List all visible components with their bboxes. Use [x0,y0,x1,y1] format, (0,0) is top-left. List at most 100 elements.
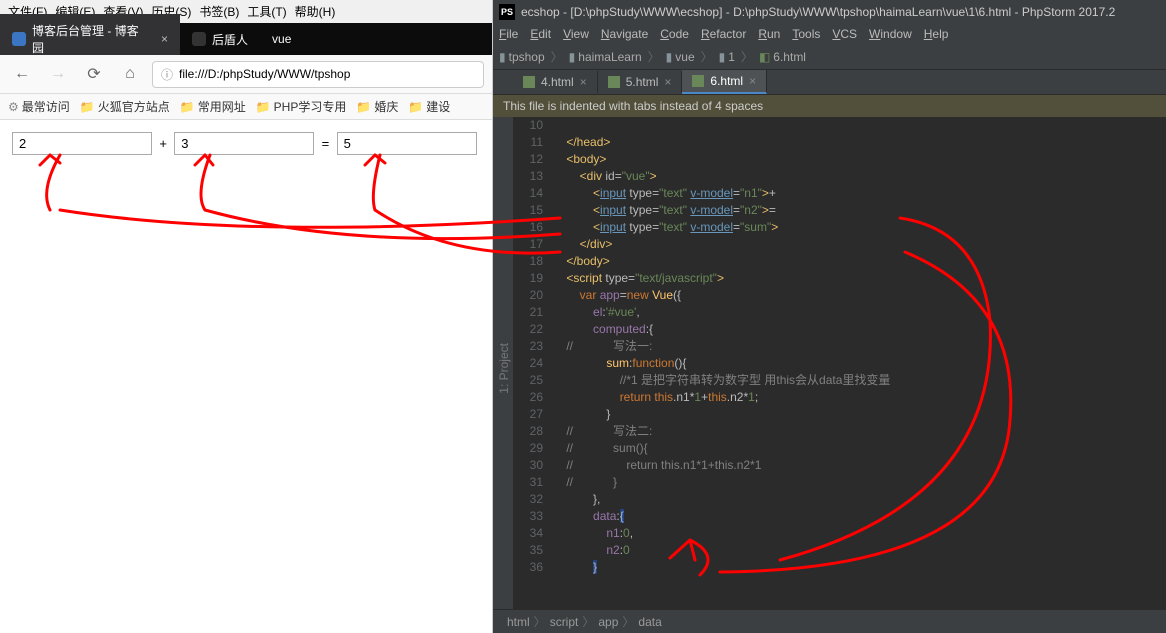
file-tab[interactable]: 5.html × [598,71,683,93]
file-tab[interactable]: 6.html × [682,70,767,94]
folder-icon: 📁 [80,100,95,114]
code-line: 31 // } [513,474,1166,491]
code-text: n1:0, [553,525,1166,542]
chevron-right-icon: 〉 [701,48,713,65]
bookmark-item[interactable]: ⚙ 最常访问 [8,98,70,115]
line-number: 24 [513,355,553,372]
ide-menu-item[interactable]: View [563,27,589,41]
code-text: n2:0 [553,542,1166,559]
struct-crumb[interactable]: app [598,615,618,629]
ide-body: 1: Project2: Structure2: Favorites 10 11… [493,117,1166,609]
chevron-right-icon: 〉 [582,615,594,629]
file-tab[interactable]: 4.html × [513,71,598,93]
ide-menu-item[interactable]: Code [660,27,689,41]
crumb-item[interactable]: ▮1 [719,50,735,64]
code-line: 29 // sum(){ [513,440,1166,457]
ide-menu-item[interactable]: Edit [530,27,551,41]
code-line: 16 <input type="text" v-model="sum"> [513,219,1166,236]
code-text: </body> [553,253,1166,270]
line-number: 19 [513,270,553,287]
crumb-item[interactable]: ◧6.html [759,50,806,64]
bookmark-item[interactable]: 📁 PHP学习专用 [256,98,347,115]
indent-warning-banner[interactable]: This file is indented with tabs instead … [493,95,1166,117]
plus-label: + [159,136,167,151]
input-n1[interactable] [12,132,152,155]
ide-menu-item[interactable]: Window [869,27,912,41]
bookmark-label: 建设 [426,98,450,115]
back-icon[interactable]: ← [8,60,36,88]
phpstorm-logo-icon: PS [499,4,515,20]
line-number: 11 [513,134,553,151]
ide-menu-item[interactable]: Run [758,27,780,41]
code-line: 14 <input type="text" v-model="n1">+ [513,185,1166,202]
url-bar[interactable]: ⓘ file:///D:/phpStudy/WWW/tpshop [152,61,484,88]
home-icon[interactable]: ⌂ [116,60,144,88]
code-text: // return this.n1*1+this.n2*1 [553,457,1166,474]
file-tab-name: 4.html [541,75,574,89]
line-number: 10 [513,117,553,134]
ide-menu-item[interactable]: VCS [832,27,857,41]
bookmark-label: 婚庆 [374,98,398,115]
tab-title: 后盾人 [212,31,248,48]
tool-window-tab[interactable]: 1: Project [495,337,513,400]
ide-menu-item[interactable]: Tools [792,27,820,41]
line-number: 33 [513,508,553,525]
folder-icon: ▮ [719,50,726,64]
firefox-menu-item[interactable]: 书签(B) [197,3,241,20]
firefox-menu-item[interactable]: 帮助(H) [293,3,338,20]
code-text: data:{ [553,508,1166,525]
close-icon[interactable]: × [749,74,756,88]
url-text: file:///D:/phpStudy/WWW/tpshop [179,67,350,81]
input-n2[interactable] [174,132,314,155]
bookmark-item[interactable]: 📁 常用网址 [180,98,246,115]
code-line: 15 <input type="text" v-model="n2">= [513,202,1166,219]
chevron-right-icon: 〉 [622,615,634,629]
info-icon: ⓘ [161,66,173,83]
file-icon: ◧ [759,50,770,64]
code-line: 10 [513,117,1166,134]
ide-tool-gutter: 1: Project2: Structure2: Favorites [493,117,513,609]
line-number: 30 [513,457,553,474]
struct-crumb[interactable]: script [550,615,579,629]
code-text: <body> [553,151,1166,168]
bookmarks-bar: ⚙ 最常访问 📁 火狐官方站点 📁 常用网址 📁 PHP学习专用 📁 婚庆 📁 … [0,94,492,120]
html-file-icon [692,75,704,87]
line-number: 35 [513,542,553,559]
folder-icon: ▮ [569,50,576,64]
input-sum[interactable] [337,132,477,155]
firefox-window: 文件(F)编辑(E)查看(V)历史(S)书签(B)工具(T)帮助(H) 博客后台… [0,0,493,633]
browser-tab[interactable]: 后盾人 [180,23,260,56]
ide-menu-item[interactable]: Help [924,27,949,41]
code-line: 23 // 写法一: [513,338,1166,355]
favicon-icon [12,32,26,46]
code-line: 36 } [513,559,1166,576]
code-text: sum:function(){ [553,355,1166,372]
crumb-item[interactable]: ▮vue [666,50,695,64]
code-text: <input type="text" v-model="n2">= [553,202,1166,219]
folder-icon: 📁 [356,100,371,114]
reload-icon[interactable]: ⟳ [80,60,108,88]
bookmark-item[interactable]: 📁 火狐官方站点 [80,98,170,115]
code-text: <script type="text/javascript"> [553,270,1166,287]
ide-menu-item[interactable]: File [499,27,518,41]
code-line: 19 <script type="text/javascript"> [513,270,1166,287]
browser-tab[interactable]: vue [260,24,303,54]
code-line: 27 } [513,406,1166,423]
chevron-right-icon: 〉 [534,615,546,629]
line-number: 20 [513,287,553,304]
ide-menu-item[interactable]: Navigate [601,27,648,41]
crumb-item[interactable]: ▮tpshop [499,50,545,64]
tab-title: vue [272,32,291,46]
struct-crumb[interactable]: html [507,615,530,629]
code-editor[interactable]: 10 11 </head> 12 <body> 13 <div id="vue"… [513,117,1166,609]
firefox-menu-item[interactable]: 工具(T) [245,3,288,20]
struct-crumb[interactable]: data [638,615,661,629]
ide-menu-item[interactable]: Refactor [701,27,746,41]
line-number: 26 [513,389,553,406]
crumb-item[interactable]: ▮haimaLearn [569,50,642,64]
close-icon[interactable]: × [580,75,587,89]
bookmark-item[interactable]: 📁 婚庆 [356,98,398,115]
close-icon[interactable]: × [664,75,671,89]
close-icon[interactable]: × [161,32,168,46]
bookmark-item[interactable]: 📁 建设 [408,98,450,115]
